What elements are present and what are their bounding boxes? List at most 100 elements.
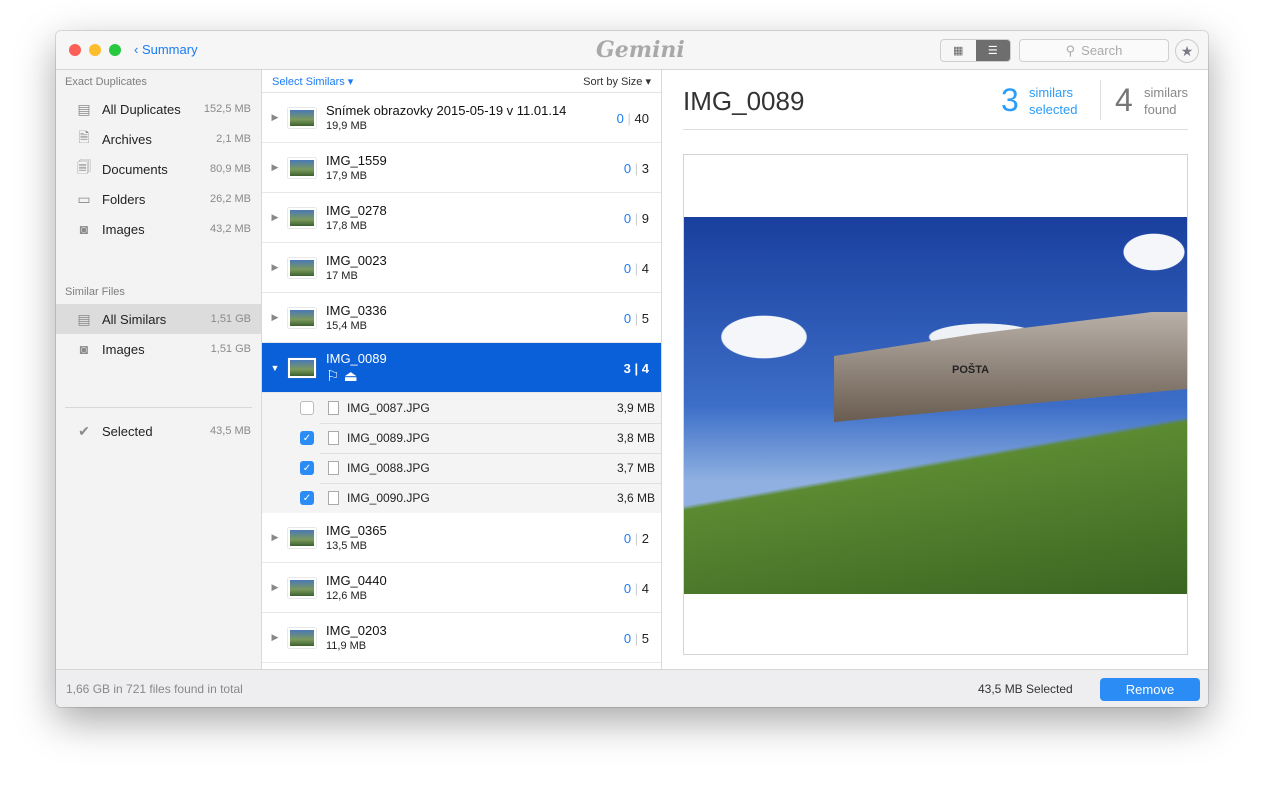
disclosure-closed-icon[interactable]: ▶ [262,582,288,593]
total-count: 5 [641,631,649,646]
sidebar-item-all-similars[interactable]: ▤ All Similars 1,51 GB [56,304,261,334]
group-size: 17,9 MB [326,170,367,182]
exact-duplicates-header: Exact Duplicates [65,76,147,88]
file-name: IMG_0089.JPG [347,431,430,445]
disclosure-closed-icon[interactable]: ▶ [262,312,288,323]
group-row[interactable]: ▶ IMG_0278 17,8 MB 0 | 9 [262,193,661,243]
stack-icon: ▤ [77,100,91,117]
file-checkbox[interactable] [300,401,314,415]
sidebar-item-similar-images[interactable]: ◙ Images 1,51 GB [56,334,261,364]
grid-view-icon[interactable]: ▦ [941,40,976,61]
size: 2,1 MB [216,133,251,145]
total-count: 4 [641,261,649,276]
search-icon: ⚲ [1065,42,1076,58]
file-row[interactable]: ✓ IMG_0088.JPG 3,7 MB [262,453,661,483]
disclosure-closed-icon[interactable]: ▶ [262,112,288,123]
sidebar-item-documents[interactable]: 🗐 Documents 80,9 MB [56,154,261,184]
file-size: 3,6 MB [616,491,655,505]
file-row[interactable]: ✓ IMG_0090.JPG 3,6 MB [262,483,661,513]
selected-count: 0 [623,581,632,596]
sidebar-item-all-duplicates[interactable]: ▤ All Duplicates 152,5 MB [56,94,261,124]
group-size: 12,6 MB [326,590,367,602]
label: Selected [102,423,153,439]
file-checkbox[interactable]: ✓ [300,491,314,505]
detail-title: IMG_0089 [683,86,805,116]
minimize-button[interactable] [89,44,101,56]
image-file-icon [328,401,339,415]
view-switcher: ▦ ☰ [940,39,1011,62]
total-count: 5 [641,311,649,326]
divider [683,129,1188,130]
photo-sign: POŠTA [952,364,990,376]
image-file-icon [328,431,339,445]
selected-count: 3 [623,361,631,376]
list-view-icon[interactable]: ☰ [975,40,1010,61]
disclosure-closed-icon[interactable]: ▶ [262,162,288,173]
thumbnail [288,357,316,378]
file-checkbox[interactable]: ✓ [300,431,314,445]
group-row[interactable]: ▶ IMG_0365 13,5 MB 0 | 2 [262,513,661,563]
disclosure-closed-icon[interactable]: ▶ [262,532,288,543]
sidebar-item-images[interactable]: ◙ Images 43,2 MB [56,214,261,244]
total-count: 2 [641,531,649,546]
group-row[interactable]: ▶ IMG_0203 11,9 MB 0 | 5 [262,613,661,663]
size: 1,51 GB [210,343,251,355]
group-name: IMG_0365 [326,523,387,538]
star-icon[interactable]: ★ [1175,39,1199,63]
gemini-logo: Gemini [596,37,685,63]
remove-button[interactable]: Remove [1100,678,1200,701]
thumbnail [288,157,316,178]
sidebar-item-selected[interactable]: ✔ Selected 43,5 MB [56,416,261,446]
total-status: 1,66 GB in 721 files found in total [66,682,243,696]
selected-count: 0 [623,531,632,546]
file-row[interactable]: IMG_0087.JPG 3,9 MB [262,393,661,423]
group-name: Snímek obrazovky 2015-05-19 v 11.01.14 [326,103,567,118]
weight-icon: ⏏ [343,367,358,385]
found-count: 4 [1115,82,1133,118]
file-size: 3,7 MB [616,461,655,475]
disclosure-closed-icon[interactable]: ▶ [262,262,288,273]
group-row[interactable]: ▶ IMG_0023 17 MB 0 | 4 [262,243,661,293]
zoom-button[interactable] [109,44,121,56]
group-name: IMG_0336 [326,303,387,318]
select-similars-dropdown[interactable]: Select Similars ▾ [272,75,353,88]
archive-icon: 🗎 [78,129,90,145]
disclosure-closed-icon[interactable]: ▶ [262,632,288,643]
group-name: IMG_0023 [326,253,387,268]
group-row[interactable]: ▶ IMG_0336 15,4 MB 0 | 5 [262,293,661,343]
disclosure-open-icon[interactable]: ▼ [262,363,288,373]
group-size: 19,9 MB [326,120,367,132]
close-button[interactable] [69,44,81,56]
footer: 1,66 GB in 721 files found in total 43,5… [56,669,1208,707]
group-row-active[interactable]: ▼ IMG_0089 ⚐ ⏏ 3 | 4 [262,343,661,393]
back-summary-button[interactable]: ‹ Summary [134,42,198,57]
disclosure-closed-icon[interactable]: ▶ [262,212,288,223]
label: Images [102,341,145,357]
thumbnail [288,577,316,598]
sidebar-item-folders[interactable]: ▭ Folders 26,2 MB [56,184,261,214]
checkmark-circle-icon: ✔ [78,422,90,439]
similar-files-header: Similar Files [65,286,125,298]
file-name: IMG_0088.JPG [347,461,430,475]
group-row[interactable]: ▶ IMG_1559 17,9 MB 0 | 3 [262,143,661,193]
sort-dropdown[interactable]: Sort by Size ▾ [583,75,651,88]
file-checkbox[interactable]: ✓ [300,461,314,475]
chevron-left-icon: ‹ [134,42,142,57]
sidebar-item-archives[interactable]: 🗎 Archives 2,1 MB [56,124,261,154]
file-size: 3,8 MB [616,431,655,445]
file-row[interactable]: ✓ IMG_0089.JPG 3,8 MB [262,423,661,453]
camera-icon: ◙ [79,221,89,237]
label: Folders [102,191,146,207]
search-input[interactable]: ⚲ Search [1019,39,1169,62]
selected-count: 0 [623,261,632,276]
label: All Duplicates [102,101,181,117]
selected-status: 43,5 MB Selected [978,682,1073,696]
size: 152,5 MB [203,103,251,115]
total-count: 3 [641,161,649,176]
group-row[interactable]: ▶ IMG_0440 12,6 MB 0 | 4 [262,563,661,613]
group-row[interactable]: ▶ Snímek obrazovky 2015-05-19 v 11.01.14 1… [262,93,661,143]
size: 43,5 MB [210,425,251,437]
detail-pane: IMG_0089 3 similars selected 4 similars fo… [662,70,1208,669]
selected-count: 0 [623,311,632,326]
divider [1100,80,1101,120]
